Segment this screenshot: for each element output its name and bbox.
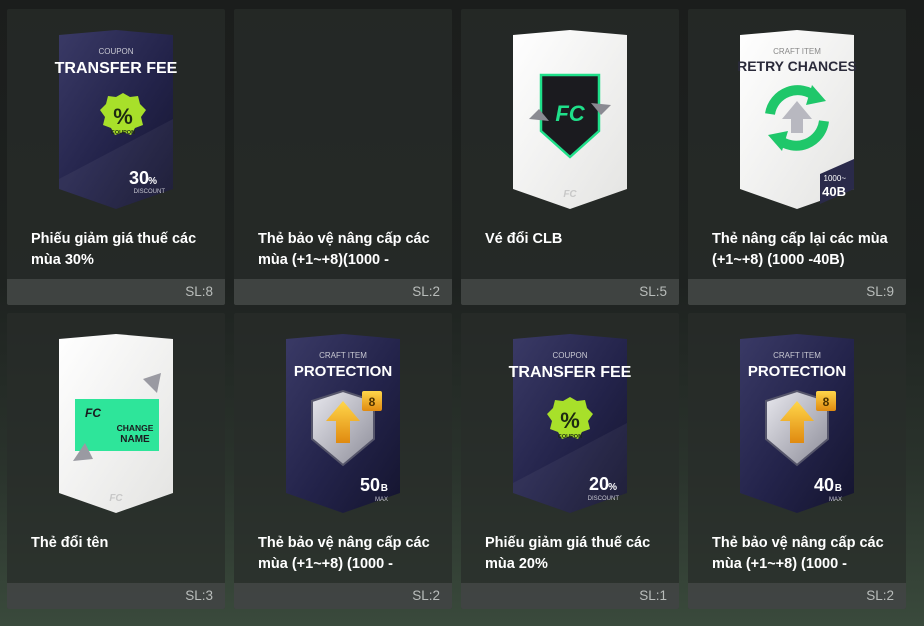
card-value: 20 [589,474,609,494]
svg-text:FC: FC [85,406,101,420]
inventory-item-club-swap[interactable]: FC FC Vé đổi CLB SL:5 [461,9,679,305]
item-quantity: SL:8 [185,284,213,299]
item-name: Thẻ nâng cấp lại các mùa (+1~+8) (1000 -… [712,231,888,268]
svg-text:%: % [113,104,133,129]
item-quantity: SL:3 [185,588,213,603]
svg-text:DISCOUNT: DISCOUNT [588,496,620,502]
inventory-grid: COUPON TRANSFER FEE % COUPON 30 % DISCOU… [7,9,906,609]
svg-text:CHANGE: CHANGE [117,423,154,433]
item-card-art: COUPON TRANSFER FEE % COUPON 30 % DISCOU… [55,30,178,209]
svg-text:8: 8 [823,395,830,409]
card-title: RETRY CHANCES [737,58,857,74]
svg-text:COUPON: COUPON [111,130,135,136]
svg-text:8: 8 [369,395,376,409]
inventory-item-protection-40b[interactable]: CRAFT ITEM PROTECTION 8 40 B MAX Thẻ bảo… [688,313,906,609]
card-title: PROTECTION [294,363,392,380]
item-footer: SL:1 [461,583,679,609]
item-name: Phiếu giảm giá thuế các mùa 30% [31,231,197,268]
card-value: 50 [360,475,380,495]
card-category: CRAFT ITEM [773,351,821,360]
item-name: Thẻ bảo vệ nâng cấp các mùa (+1~+8)(1000… [258,231,430,268]
card-value: 40B [822,184,846,199]
item-card-art-empty [234,9,452,219]
card-value: 40 [814,475,834,495]
svg-text:MAX: MAX [375,497,388,503]
svg-text:%: % [560,408,580,433]
card-title: PROTECTION [748,363,846,380]
item-footer: SL:3 [7,583,225,609]
svg-text:B: B [381,483,388,494]
svg-text:1000~: 1000~ [824,174,847,183]
card-category: CRAFT ITEM [319,351,367,360]
item-footer: SL:5 [461,279,679,305]
svg-text:DISCOUNT: DISCOUNT [134,189,166,195]
item-name: Thẻ bảo vệ nâng cấp các mùa (+1~+8) (100… [258,535,430,572]
card-title: TRANSFER FEE [55,60,178,77]
item-name: Vé đổi CLB [485,231,563,247]
inventory-item-retry-chances[interactable]: CRAFT ITEM RETRY CHANCES 1000~ 40B Thẻ n… [688,9,906,305]
item-quantity: SL:2 [412,588,440,603]
svg-text:COUPON: COUPON [558,434,582,440]
svg-text:MAX: MAX [829,497,842,503]
card-category: COUPON [98,47,133,56]
card-category: COUPON [552,351,587,360]
svg-text:FC: FC [563,189,577,200]
item-name: Thẻ bảo vệ nâng cấp các mùa (+1~+8) (100… [712,535,884,572]
svg-text:B: B [835,483,842,494]
card-title: TRANSFER FEE [509,364,632,381]
item-card-art: COUPON TRANSFER FEE % COUPON 20 % DISCOU… [509,334,632,513]
item-footer: SL:2 [688,583,906,609]
item-quantity: SL:2 [866,588,894,603]
item-footer: SL:2 [234,279,452,305]
item-footer: SL:9 [688,279,906,305]
item-quantity: SL:9 [866,284,894,299]
item-quantity: SL:5 [639,284,667,299]
svg-text:NAME: NAME [120,434,150,445]
svg-text:FC: FC [109,493,123,504]
inventory-item-transfer-fee-30[interactable]: COUPON TRANSFER FEE % COUPON 30 % DISCOU… [7,9,225,305]
item-card-art: FC FC [513,30,627,209]
svg-text:%: % [148,176,157,187]
svg-text:%: % [608,482,617,493]
item-card-art: CRAFT ITEM RETRY CHANCES 1000~ 40B [737,30,857,209]
inventory-item-transfer-fee-20[interactable]: COUPON TRANSFER FEE % COUPON 20 % DISCOU… [461,313,679,609]
card-category: CRAFT ITEM [773,47,821,56]
item-card-art: FC CHANGE NAME FC [59,334,173,513]
card-value: 30 [129,168,149,188]
item-name: Thẻ đổi tên [31,535,109,551]
item-card-art: CRAFT ITEM PROTECTION 8 50 B MAX [286,334,400,513]
svg-text:FC: FC [555,101,585,126]
item-name: Phiếu giảm giá thuế các mùa 20% [485,535,651,572]
item-quantity: SL:1 [639,588,667,603]
inventory-item-protection-empty[interactable]: Thẻ bảo vệ nâng cấp các mùa (+1~+8)(1000… [234,9,452,305]
item-footer: SL:2 [234,583,452,609]
inventory-item-change-name[interactable]: FC CHANGE NAME FC Thẻ đổi tên SL:3 [7,313,225,609]
item-footer: SL:8 [7,279,225,305]
inventory-item-protection-50b[interactable]: CRAFT ITEM PROTECTION 8 50 B MAX Thẻ bảo… [234,313,452,609]
item-card-art: CRAFT ITEM PROTECTION 8 40 B MAX [740,334,854,513]
item-quantity: SL:2 [412,284,440,299]
